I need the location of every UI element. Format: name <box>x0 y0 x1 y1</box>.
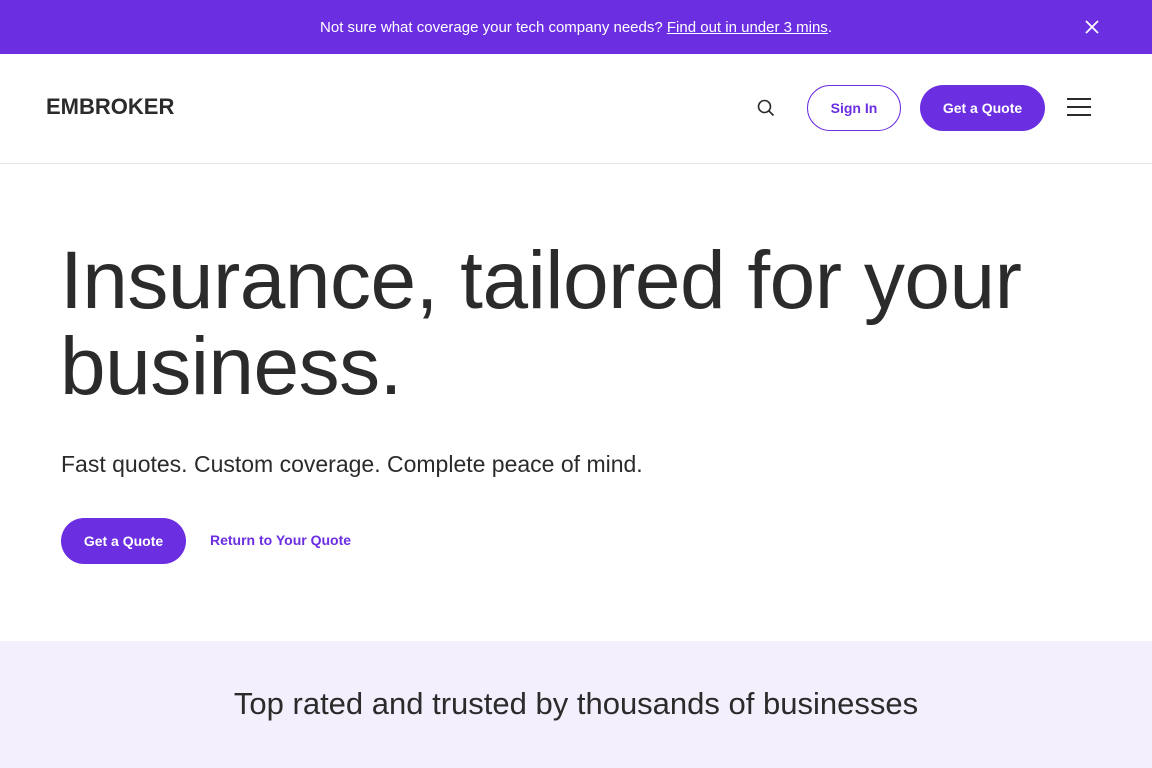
site-header: EMBROKER Sign In Get a Quote <box>0 54 1152 164</box>
search-icon[interactable] <box>755 97 777 119</box>
announcement-text: Not sure what coverage your tech company… <box>320 18 663 36</box>
announcement-bar: Not sure what coverage your tech company… <box>0 0 1152 54</box>
logo[interactable]: EMBROKER <box>46 94 174 120</box>
trusted-section: Top rated and trusted by thousands of bu… <box>0 641 1152 768</box>
announcement-link[interactable]: Find out in under 3 mins <box>667 19 828 36</box>
close-icon[interactable] <box>1082 17 1102 37</box>
hero-subtitle: Fast quotes. Custom coverage. Complete p… <box>61 451 643 477</box>
trusted-heading: Top rated and trusted by thousands of bu… <box>233 686 919 721</box>
hamburger-menu-icon[interactable] <box>1067 98 1091 118</box>
hero-title: Insurance, tailored for your business. <box>60 235 1022 412</box>
hero-get-quote-button[interactable]: Get a Quote <box>61 518 186 564</box>
return-to-quote-link[interactable]: Return to Your Quote <box>210 532 351 548</box>
get-quote-button[interactable]: Get a Quote <box>920 85 1045 131</box>
announcement-suffix: . <box>827 18 832 36</box>
sign-in-button[interactable]: Sign In <box>807 85 901 131</box>
